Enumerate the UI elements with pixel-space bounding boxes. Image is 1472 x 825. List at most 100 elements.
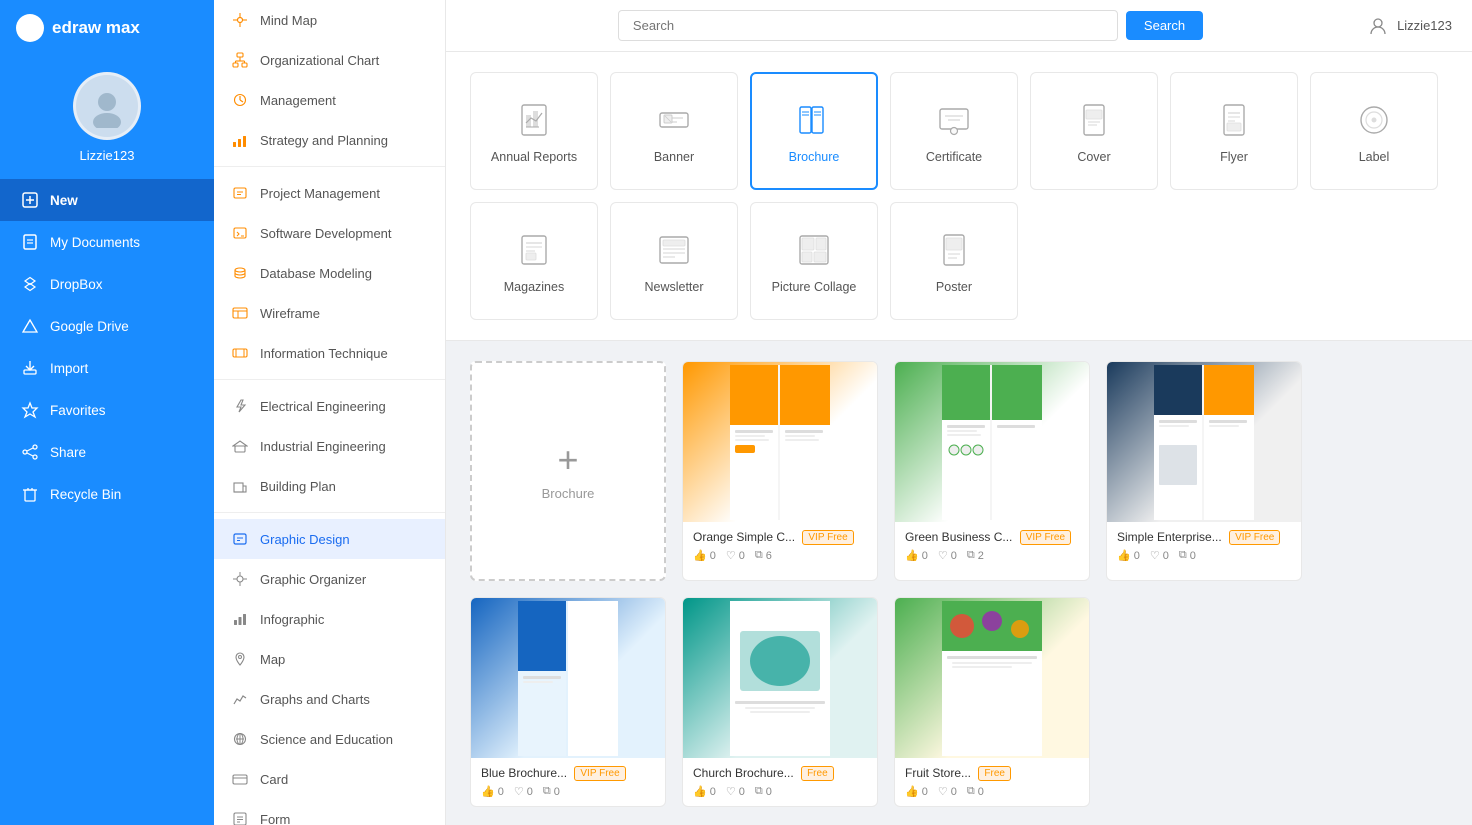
- middle-divider-3: [214, 512, 445, 513]
- middle-label-management: Management: [260, 93, 336, 108]
- certificate-icon: [932, 98, 976, 142]
- middle-item-science[interactable]: Science and Education: [214, 719, 445, 759]
- share-icon: [20, 442, 40, 462]
- middle-divider-1: [214, 166, 445, 167]
- mind-map-icon: [230, 10, 250, 30]
- template-green-thumb: [895, 362, 1089, 522]
- template-blue[interactable]: Blue Brochure... VIP Free 👍 0 ♡ 0 ⧉ 0: [470, 597, 666, 807]
- middle-label-strategy: Strategy and Planning: [260, 133, 388, 148]
- strategy-icon: [230, 130, 250, 150]
- middle-item-strategy[interactable]: Strategy and Planning: [214, 120, 445, 160]
- sidebar-item-my-documents-label: My Documents: [50, 235, 140, 250]
- middle-item-org-chart[interactable]: Organizational Chart: [214, 40, 445, 80]
- like-count-green: 👍 0: [905, 549, 928, 562]
- sidebar-item-favorites[interactable]: Favorites: [0, 389, 214, 431]
- template-orange[interactable]: Orange Simple C... VIP Free 👍 0 ♡ 0 ⧉ 6: [682, 361, 878, 581]
- like-count-teal: 👍 0: [693, 785, 716, 798]
- user-avatar-icon: [1367, 15, 1389, 37]
- template-section: + Brochure: [446, 341, 1472, 825]
- template-fruit[interactable]: Fruit Store... Free 👍 0 ♡ 0 ⧉ 0: [894, 597, 1090, 807]
- template-orange-badge: VIP Free: [802, 530, 853, 545]
- science-icon: [230, 729, 250, 749]
- template-fruit-title: Fruit Store... Free: [905, 766, 1079, 781]
- category-banner-label: Banner: [654, 150, 694, 164]
- sidebar-item-new[interactable]: New: [0, 179, 214, 221]
- header-username: Lizzie123: [1397, 18, 1452, 33]
- middle-item-infographic[interactable]: Infographic: [214, 599, 445, 639]
- template-enterprise-badge: VIP Free: [1229, 530, 1280, 545]
- category-magazines-label: Magazines: [504, 280, 564, 294]
- category-brochure-label: Brochure: [789, 150, 840, 164]
- template-teal[interactable]: Church Brochure... Free 👍 0 ♡ 0 ⧉ 0: [682, 597, 878, 807]
- sidebar-item-dropbox-label: DropBox: [50, 277, 103, 292]
- middle-label-card: Card: [260, 772, 288, 787]
- app-name: edraw max: [52, 18, 140, 38]
- graphic-organizer-icon: [230, 569, 250, 589]
- middle-item-database[interactable]: Database Modeling: [214, 253, 445, 293]
- category-newsletter[interactable]: Newsletter: [610, 202, 738, 320]
- middle-item-software-dev[interactable]: Software Development: [214, 213, 445, 253]
- middle-item-form[interactable]: Form: [214, 799, 445, 825]
- middle-item-info-tech[interactable]: Information Technique: [214, 333, 445, 373]
- category-certificate[interactable]: Certificate: [890, 72, 1018, 190]
- category-annual-reports[interactable]: Annual Reports: [470, 72, 598, 190]
- plus-icon: +: [557, 442, 578, 478]
- logo-area: edraw max: [0, 0, 214, 56]
- category-grid: Annual Reports Banner Brochure Certifica…: [470, 72, 1448, 320]
- middle-item-electrical[interactable]: Electrical Engineering: [214, 386, 445, 426]
- template-orange-title: Orange Simple C... VIP Free: [693, 530, 867, 545]
- template-enterprise[interactable]: Simple Enterprise... VIP Free 👍 0 ♡ 0 ⧉ …: [1106, 361, 1302, 581]
- middle-item-graphic-organizer[interactable]: Graphic Organizer: [214, 559, 445, 599]
- category-label-label: Label: [1359, 150, 1390, 164]
- google-drive-icon: [20, 316, 40, 336]
- category-cover-label: Cover: [1077, 150, 1110, 164]
- info-tech-icon: [230, 343, 250, 363]
- copy-count-blue: ⧉ 0: [543, 785, 560, 798]
- category-brochure[interactable]: Brochure: [750, 72, 878, 190]
- middle-item-mind-map[interactable]: Mind Map: [214, 0, 445, 40]
- middle-label-org-chart: Organizational Chart: [260, 53, 379, 68]
- category-magazines[interactable]: Magazines: [470, 202, 598, 320]
- middle-item-graphs-charts[interactable]: Graphs and Charts: [214, 679, 445, 719]
- category-newsletter-label: Newsletter: [644, 280, 703, 294]
- middle-label-science: Science and Education: [260, 732, 393, 747]
- sidebar-item-import[interactable]: Import: [0, 347, 214, 389]
- sidebar-item-google-drive[interactable]: Google Drive: [0, 305, 214, 347]
- sidebar-item-my-documents[interactable]: My Documents: [0, 221, 214, 263]
- category-picture-collage[interactable]: Picture Collage: [750, 202, 878, 320]
- category-annual-reports-label: Annual Reports: [491, 150, 577, 164]
- middle-item-map[interactable]: Map: [214, 639, 445, 679]
- user-menu[interactable]: Lizzie123: [1367, 15, 1452, 37]
- middle-item-industrial[interactable]: Industrial Engineering: [214, 426, 445, 466]
- middle-item-building[interactable]: Building Plan: [214, 466, 445, 506]
- category-poster[interactable]: Poster: [890, 202, 1018, 320]
- sidebar-item-share[interactable]: Share: [0, 431, 214, 473]
- template-green-title: Green Business C... VIP Free: [905, 530, 1079, 545]
- middle-item-project-mgmt[interactable]: Project Management: [214, 173, 445, 213]
- sidebar-item-favorites-label: Favorites: [50, 403, 106, 418]
- template-enterprise-thumb: [1107, 362, 1301, 522]
- graphs-charts-icon: [230, 689, 250, 709]
- middle-item-graphic-design[interactable]: Graphic Design: [214, 519, 445, 559]
- search-button[interactable]: Search: [1126, 11, 1203, 40]
- middle-item-wireframe[interactable]: Wireframe: [214, 293, 445, 333]
- like-count-ent: 👍 0: [1117, 549, 1140, 562]
- middle-label-form: Form: [260, 812, 290, 825]
- search-input[interactable]: [618, 10, 1118, 41]
- category-cover[interactable]: Cover: [1030, 72, 1158, 190]
- category-banner[interactable]: Banner: [610, 72, 738, 190]
- electrical-icon: [230, 396, 250, 416]
- sidebar-item-dropbox[interactable]: DropBox: [0, 263, 214, 305]
- new-template-card[interactable]: + Brochure: [470, 361, 666, 581]
- template-teal-actions: 👍 0 ♡ 0 ⧉ 0: [693, 785, 867, 798]
- template-blue-info: Blue Brochure... VIP Free 👍 0 ♡ 0 ⧉ 0: [471, 758, 665, 806]
- category-poster-label: Poster: [936, 280, 972, 294]
- middle-item-management[interactable]: Management: [214, 80, 445, 120]
- category-label[interactable]: Label: [1310, 72, 1438, 190]
- category-flyer[interactable]: Flyer: [1170, 72, 1298, 190]
- template-green[interactable]: Green Business C... VIP Free 👍 0 ♡ 0 ⧉ 2: [894, 361, 1090, 581]
- sidebar-item-recycle-bin[interactable]: Recycle Bin: [0, 473, 214, 515]
- form-icon: [230, 809, 250, 825]
- middle-item-card[interactable]: Card: [214, 759, 445, 799]
- template-grid: + Brochure: [470, 361, 1448, 807]
